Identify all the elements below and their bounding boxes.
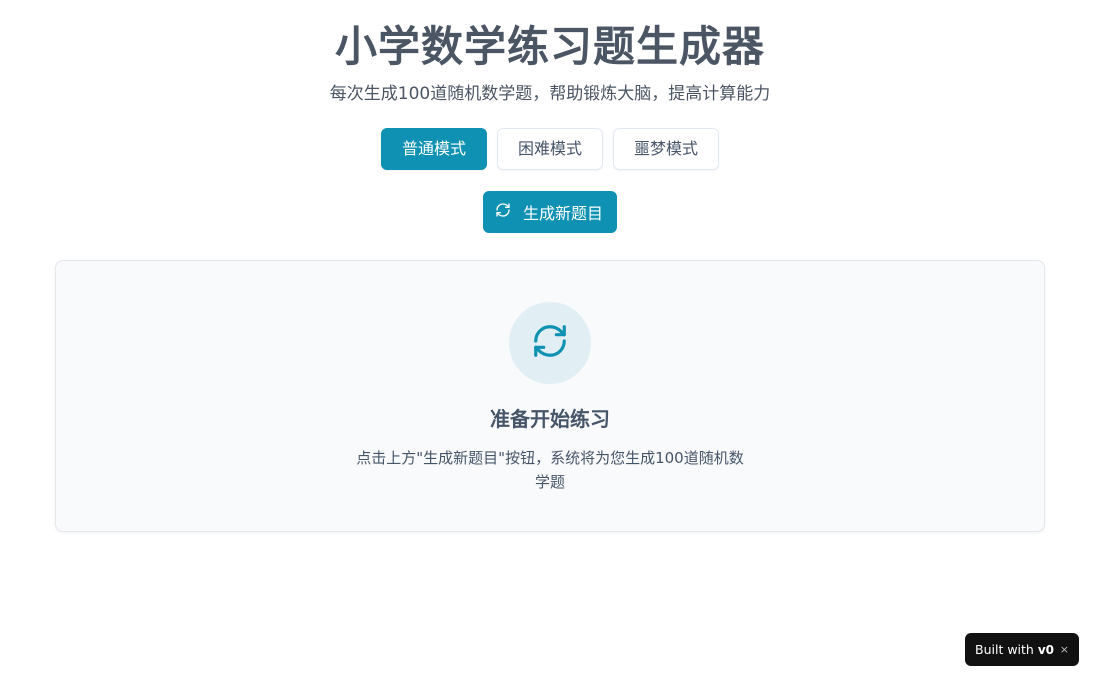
empty-state-card: 准备开始练习 点击上方"生成新题目"按钮，系统将为您生成100道随机数学题	[55, 260, 1045, 532]
mode-selector: 普通模式 困难模式 噩梦模式	[0, 128, 1100, 170]
close-icon[interactable]: ×	[1060, 643, 1069, 656]
empty-state-title: 准备开始练习	[490, 407, 610, 431]
refresh-icon	[531, 322, 569, 364]
badge-label: Built with	[975, 642, 1034, 657]
mode-normal-button[interactable]: 普通模式	[380, 128, 487, 170]
generate-button-label: 生成新题目	[522, 204, 603, 223]
refresh-icon	[495, 202, 511, 222]
page-subtitle: 每次生成100道随机数学题，帮助锻炼大脑，提高计算能力	[329, 84, 771, 104]
empty-state-icon-circle	[509, 302, 591, 384]
built-with-badge[interactable]: Built with v0 ×	[965, 633, 1079, 666]
page-header: 小学数学练习题生成器 每次生成100道随机数学题，帮助锻炼大脑，提高计算能力	[0, 0, 1100, 106]
generate-button[interactable]: 生成新题目	[482, 191, 617, 233]
v0-logo-icon: v0	[1037, 642, 1055, 657]
page-title: 小学数学练习题生成器	[334, 22, 765, 71]
mode-hard-button[interactable]: 困难模式	[496, 128, 603, 170]
empty-state-description: 点击上方"生成新题目"按钮，系统将为您生成100道随机数学题	[356, 449, 744, 491]
mode-nightmare-button[interactable]: 噩梦模式	[613, 128, 720, 170]
